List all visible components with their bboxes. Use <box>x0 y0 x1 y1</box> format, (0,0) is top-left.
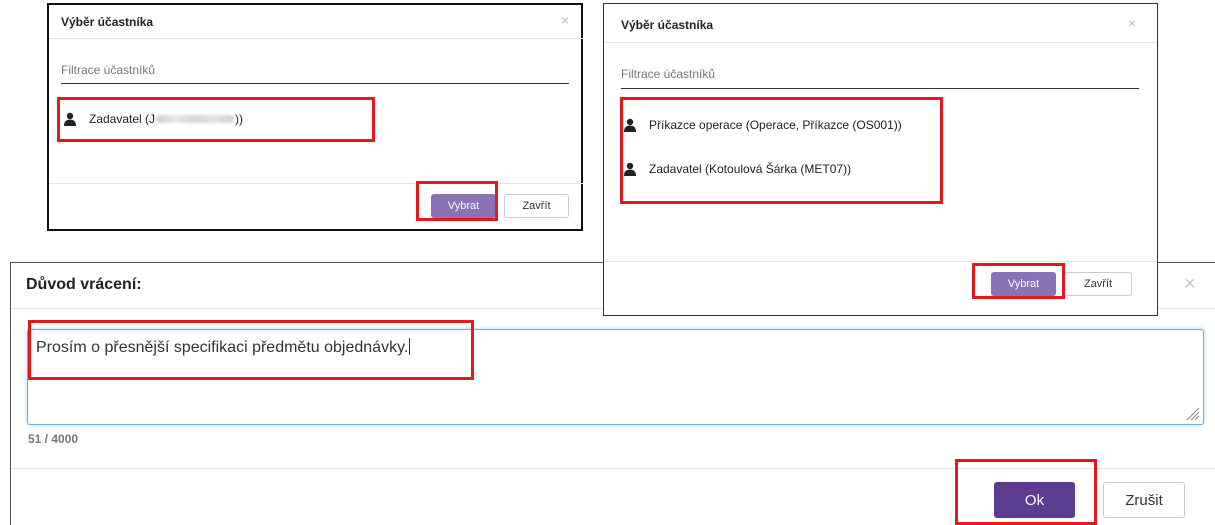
footer-divider <box>604 261 1157 262</box>
close-button[interactable]: Zavřít <box>1064 272 1132 296</box>
participant-name-suffix: )) <box>235 112 244 126</box>
select-button[interactable]: Vybrat <box>991 272 1056 296</box>
close-icon[interactable]: × <box>1184 273 1196 296</box>
filter-underline <box>61 83 569 84</box>
reason-text-wrap: Prosím o přesnější specifikaci předmětu … <box>36 338 411 357</box>
divider <box>604 42 1157 43</box>
participant-dialog-multi: Výběr účastníka × Filtrace účastníků Pří… <box>603 3 1158 316</box>
reason-textarea[interactable]: Prosím o přesnější specifikaci předmětu … <box>27 329 1204 425</box>
participant-item[interactable]: Příkazce operace (Operace, Příkazce (OS0… <box>623 118 902 132</box>
text-caret <box>409 338 411 355</box>
resize-grip-icon[interactable] <box>1184 405 1200 421</box>
divider <box>49 38 583 39</box>
ok-button[interactable]: Ok <box>994 482 1075 518</box>
person-icon <box>64 112 76 126</box>
footer-divider <box>11 468 1215 469</box>
dialog-title: Výběr účastníka <box>61 15 154 29</box>
person-icon <box>624 118 636 132</box>
person-icon <box>624 162 636 176</box>
reason-text: Prosím o přesnější specifikaci předmětu … <box>36 339 409 356</box>
filter-input[interactable]: Filtrace účastníků <box>621 67 715 81</box>
filter-input[interactable]: Filtrace účastníků <box>61 63 155 77</box>
redacted-name <box>156 115 235 123</box>
cancel-button[interactable]: Zrušit <box>1103 482 1185 518</box>
close-icon[interactable]: × <box>1128 15 1136 31</box>
participant-name: Zadavatel (Kotoulová Šárka (MET07)) <box>649 162 852 176</box>
footer-divider <box>49 183 583 184</box>
participant-name-prefix: Zadavatel (J <box>89 112 156 126</box>
participant-name: Příkazce operace (Operace, Příkazce (OS0… <box>649 118 902 132</box>
close-icon[interactable]: × <box>561 12 569 28</box>
character-counter: 51 / 4000 <box>28 432 79 446</box>
select-button[interactable]: Vybrat <box>431 194 496 218</box>
filter-underline <box>621 88 1139 89</box>
participant-item[interactable]: Zadavatel (J)) <box>63 112 243 126</box>
dialog-title: Výběr účastníka <box>621 18 714 32</box>
participant-dialog-single: Výběr účastníka × Filtrace účastníků Zad… <box>47 3 583 231</box>
dialog-title: Důvod vrácení: <box>26 276 142 293</box>
close-button[interactable]: Zavřít <box>504 194 569 218</box>
participant-item[interactable]: Zadavatel (Kotoulová Šárka (MET07)) <box>623 162 851 176</box>
